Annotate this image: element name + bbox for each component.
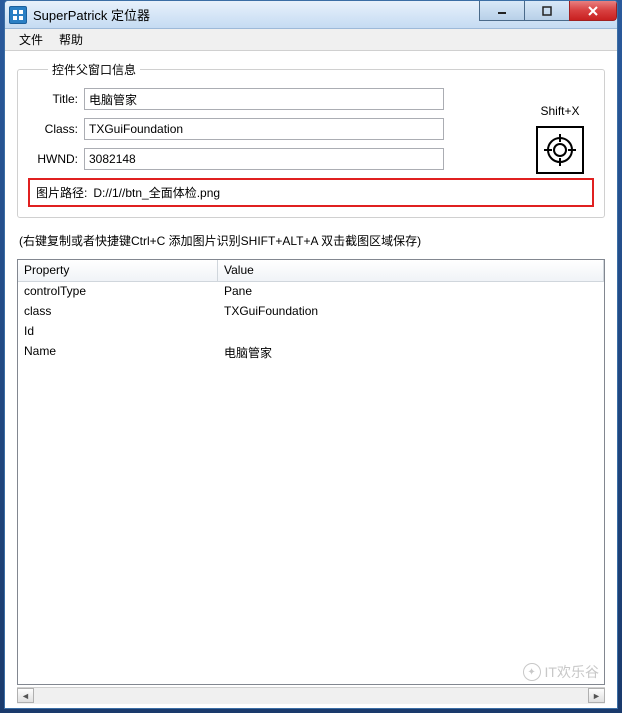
cell-value	[218, 322, 604, 342]
watermark-text: IT欢乐谷	[545, 662, 599, 682]
hwnd-input[interactable]	[84, 148, 444, 170]
class-label: Class:	[28, 122, 84, 136]
cell-value: Pane	[218, 282, 604, 302]
window-controls	[480, 1, 617, 21]
list-row[interactable]: Name 电脑管家	[18, 342, 604, 362]
scroll-left-button[interactable]: ◄	[17, 688, 34, 703]
cell-property: Name	[18, 342, 218, 362]
groupbox-legend: 控件父窗口信息	[48, 61, 140, 78]
image-path-label: 图片路径:	[36, 184, 93, 201]
image-path-value: D://1//btn_全面体检.png	[93, 184, 220, 201]
app-window: SuperPatrick 定位器 文件 帮助 控件父窗口信息 Title: Cl	[4, 0, 618, 709]
list-row[interactable]: controlType Pane	[18, 282, 604, 302]
client-area: 控件父窗口信息 Title: Class: HWND: 图片路径: D://1/…	[5, 51, 617, 708]
maximize-button[interactable]	[524, 1, 570, 21]
capture-shortcut-label: Shift+X	[536, 104, 584, 118]
listview-body: controlType Pane class TXGuiFoundation I…	[18, 282, 604, 362]
titlebar[interactable]: SuperPatrick 定位器	[5, 1, 617, 29]
title-input[interactable]	[84, 88, 444, 110]
menubar: 文件 帮助	[5, 29, 617, 51]
minimize-button[interactable]	[479, 1, 525, 21]
crosshair-icon	[542, 132, 578, 168]
cell-property: class	[18, 302, 218, 322]
crosshair-button[interactable]	[536, 126, 584, 174]
header-value[interactable]: Value	[218, 260, 604, 281]
horizontal-scrollbar[interactable]: ◄ ►	[17, 687, 605, 704]
close-button[interactable]	[569, 1, 617, 21]
scroll-right-button[interactable]: ►	[588, 688, 605, 703]
header-property[interactable]: Property	[18, 260, 218, 281]
parent-window-groupbox: 控件父窗口信息 Title: Class: HWND: 图片路径: D://1/…	[17, 69, 605, 218]
title-label: Title:	[28, 92, 84, 106]
maximize-icon	[541, 5, 553, 17]
menu-help[interactable]: 帮助	[51, 29, 91, 50]
cell-value: 电脑管家	[218, 342, 604, 362]
image-path-highlight: 图片路径: D://1//btn_全面体检.png	[28, 178, 594, 207]
list-row[interactable]: class TXGuiFoundation	[18, 302, 604, 322]
chevron-left-icon: ◄	[21, 691, 30, 701]
hwnd-label: HWND:	[28, 152, 84, 166]
cell-property: controlType	[18, 282, 218, 302]
cell-value: TXGuiFoundation	[218, 302, 604, 322]
window-title: SuperPatrick 定位器	[33, 5, 150, 24]
listview-header: Property Value	[18, 260, 604, 282]
close-icon	[586, 4, 600, 18]
watermark: ✦ IT欢乐谷	[523, 662, 599, 682]
app-icon	[9, 6, 27, 24]
cell-property: Id	[18, 322, 218, 342]
wechat-icon: ✦	[523, 663, 541, 681]
list-row[interactable]: Id	[18, 322, 604, 342]
capture-shortcut-area: Shift+X	[536, 104, 584, 174]
hint-text: (右键复制或者快捷键Ctrl+C 添加图片识别SHIFT+ALT+A 双击截图区…	[19, 232, 603, 249]
minimize-icon	[496, 5, 508, 17]
chevron-right-icon: ►	[592, 691, 601, 701]
menu-file[interactable]: 文件	[11, 29, 51, 50]
property-listview[interactable]: Property Value controlType Pane class TX…	[17, 259, 605, 685]
class-input[interactable]	[84, 118, 444, 140]
